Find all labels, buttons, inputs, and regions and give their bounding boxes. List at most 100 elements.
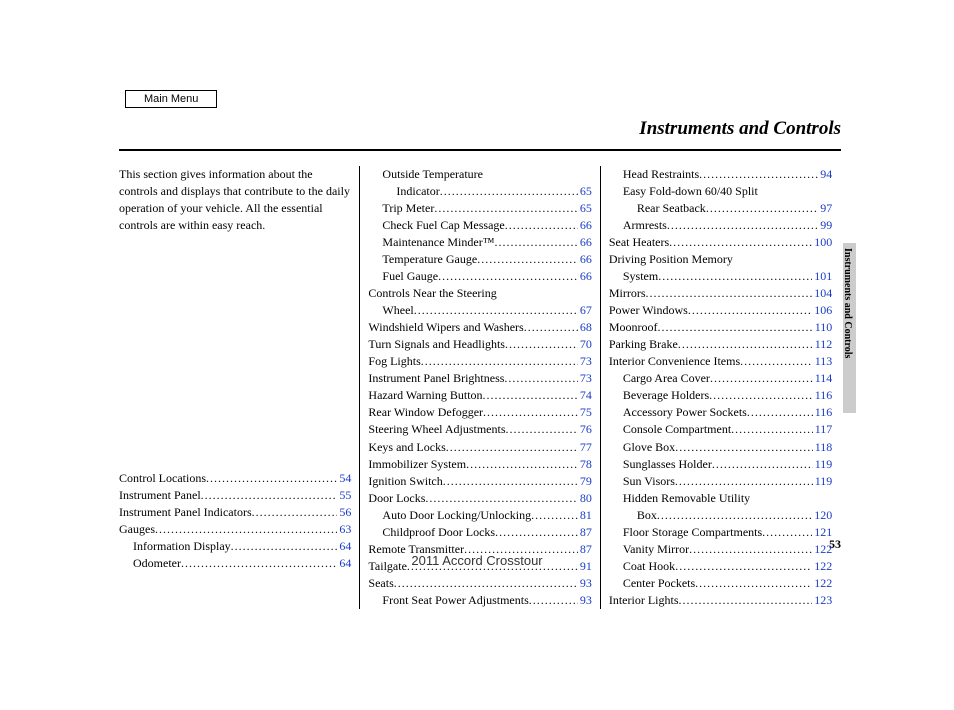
toc-page-link[interactable]: 97 bbox=[818, 200, 832, 217]
toc-page-link[interactable]: 78 bbox=[578, 456, 592, 473]
toc-entry[interactable]: Door Locks80 bbox=[368, 490, 591, 507]
toc-page-link[interactable]: 66 bbox=[578, 268, 592, 285]
toc-entry[interactable]: Instrument Panel55 bbox=[119, 487, 351, 504]
toc-page-link[interactable]: 70 bbox=[578, 336, 592, 353]
toc-page-link[interactable]: 116 bbox=[813, 387, 833, 404]
toc-page-link[interactable]: 114 bbox=[813, 370, 833, 387]
toc-page-link[interactable]: 117 bbox=[813, 421, 833, 438]
toc-entry[interactable]: Hazard Warning Button74 bbox=[368, 387, 591, 404]
toc-entry[interactable]: Parking Brake112 bbox=[609, 336, 832, 353]
toc-page-link[interactable]: 112 bbox=[813, 336, 833, 353]
toc-entry[interactable]: Console Compartment117 bbox=[609, 421, 832, 438]
toc-entry[interactable]: Turn Signals and Headlights70 bbox=[368, 336, 591, 353]
toc-page-link[interactable]: 54 bbox=[337, 470, 351, 487]
toc-page-link[interactable]: 76 bbox=[578, 421, 592, 438]
toc-entry[interactable]: Immobilizer System78 bbox=[368, 456, 591, 473]
toc-entry[interactable]: Armrests99 bbox=[609, 217, 832, 234]
toc-entry[interactable]: Ignition Switch79 bbox=[368, 473, 591, 490]
toc-entry[interactable]: Head Restraints94 bbox=[609, 166, 832, 183]
dot-leader bbox=[710, 370, 813, 387]
toc-page-link[interactable]: 106 bbox=[812, 302, 832, 319]
toc-entry[interactable]: Auto Door Locking/Unlocking81 bbox=[368, 507, 591, 524]
toc-page-link[interactable]: 104 bbox=[812, 285, 832, 302]
toc-page-link[interactable]: 119 bbox=[813, 456, 833, 473]
toc-entry[interactable]: Check Fuel Cap Message66 bbox=[368, 217, 591, 234]
toc-page-link[interactable]: 118 bbox=[813, 439, 833, 456]
toc-entry[interactable]: Maintenance Minder™66 bbox=[368, 234, 591, 251]
toc-entry[interactable]: Gauges63 bbox=[119, 521, 351, 538]
toc-entry[interactable]: Center Pockets122 bbox=[609, 575, 832, 592]
toc-page-link[interactable]: 55 bbox=[337, 487, 351, 504]
toc-page-link[interactable]: 68 bbox=[578, 319, 592, 336]
toc-page-link[interactable]: 99 bbox=[818, 217, 832, 234]
toc-page-link[interactable]: 73 bbox=[578, 370, 592, 387]
toc-page-link[interactable]: 65 bbox=[578, 200, 592, 217]
toc-entry[interactable]: Box120 bbox=[609, 507, 832, 524]
toc-entry[interactable]: Temperature Gauge66 bbox=[368, 251, 591, 268]
toc-entry[interactable]: Cargo Area Cover114 bbox=[609, 370, 832, 387]
toc-entry[interactable]: Seats 93 bbox=[368, 575, 591, 592]
toc-entry: Controls Near the Steering bbox=[368, 285, 591, 302]
toc-page-link[interactable]: 75 bbox=[578, 404, 592, 421]
toc-entry[interactable]: Keys and Locks77 bbox=[368, 439, 591, 456]
toc-page-link[interactable]: 80 bbox=[578, 490, 592, 507]
toc-page-link[interactable]: 66 bbox=[578, 234, 592, 251]
toc-entry[interactable]: Steering Wheel Adjustments76 bbox=[368, 421, 591, 438]
toc-page-link[interactable]: 66 bbox=[578, 251, 592, 268]
toc-entry[interactable]: Interior Lights123 bbox=[609, 592, 832, 609]
toc-page-link[interactable]: 122 bbox=[812, 575, 832, 592]
toc-page-link[interactable]: 56 bbox=[337, 504, 351, 521]
toc-entry[interactable]: Moonroof110 bbox=[609, 319, 832, 336]
toc-page-link[interactable]: 66 bbox=[578, 217, 592, 234]
toc-entry[interactable]: Glove Box118 bbox=[609, 439, 832, 456]
toc-page-link[interactable]: 73 bbox=[578, 353, 592, 370]
toc-entry[interactable]: Instrument Panel Brightness73 bbox=[368, 370, 591, 387]
toc-entry[interactable]: Sun Visors119 bbox=[609, 473, 832, 490]
toc-entry[interactable]: Rear Window Defogger75 bbox=[368, 404, 591, 421]
toc-entry[interactable]: Indicator65 bbox=[368, 183, 591, 200]
toc-entry[interactable]: Interior Convenience Items113 bbox=[609, 353, 832, 370]
toc-page-link[interactable]: 123 bbox=[812, 592, 832, 609]
toc-entry[interactable]: Trip Meter65 bbox=[368, 200, 591, 217]
toc-entry[interactable]: Seat Heaters100 bbox=[609, 234, 832, 251]
toc-page-link[interactable]: 77 bbox=[578, 439, 592, 456]
toc-entry[interactable]: Instrument Panel Indicators56 bbox=[119, 504, 351, 521]
toc-page-link[interactable]: 100 bbox=[812, 234, 832, 251]
toc-page-link[interactable]: 110 bbox=[813, 319, 833, 336]
toc-label: Accessory Power Sockets bbox=[623, 404, 747, 421]
toc-label: Windshield Wipers and Washers bbox=[368, 319, 523, 336]
toc-page-link[interactable]: 79 bbox=[578, 473, 592, 490]
dot-leader bbox=[155, 521, 337, 538]
toc-page-link[interactable]: 93 bbox=[578, 575, 592, 592]
toc-page-link[interactable]: 119 bbox=[813, 473, 833, 490]
toc-page-link[interactable]: 63 bbox=[337, 521, 351, 538]
toc-page-link[interactable]: 94 bbox=[818, 166, 832, 183]
toc-entry[interactable]: Rear Seatback97 bbox=[609, 200, 832, 217]
toc-entry[interactable]: Mirrors104 bbox=[609, 285, 832, 302]
toc-entry[interactable]: Fuel Gauge66 bbox=[368, 268, 591, 285]
toc-entry[interactable]: Beverage Holders116 bbox=[609, 387, 832, 404]
toc-page-link[interactable]: 113 bbox=[813, 353, 833, 370]
toc-page-link[interactable]: 101 bbox=[812, 268, 832, 285]
toc-entry[interactable]: Wheel67 bbox=[368, 302, 591, 319]
toc-entry[interactable]: Front Seat Power Adjustments93 bbox=[368, 592, 591, 609]
toc-page-link[interactable]: 87 bbox=[578, 524, 592, 541]
toc-entry[interactable]: Childproof Door Locks87 bbox=[368, 524, 591, 541]
toc-entry[interactable]: Windshield Wipers and Washers 68 bbox=[368, 319, 591, 336]
toc-page-link[interactable]: 120 bbox=[812, 507, 832, 524]
toc-page-link[interactable]: 65 bbox=[578, 183, 592, 200]
toc-entry[interactable]: Power Windows106 bbox=[609, 302, 832, 319]
toc-page-link[interactable]: 116 bbox=[813, 404, 833, 421]
toc-page-link[interactable]: 74 bbox=[578, 387, 592, 404]
toc-entry[interactable]: Accessory Power Sockets 116 bbox=[609, 404, 832, 421]
toc-entry[interactable]: System101 bbox=[609, 268, 832, 285]
toc-page-link[interactable]: 81 bbox=[578, 507, 592, 524]
toc-page-link[interactable]: 67 bbox=[578, 302, 592, 319]
toc-entry[interactable]: Fog Lights73 bbox=[368, 353, 591, 370]
toc-entry[interactable]: Sunglasses Holder119 bbox=[609, 456, 832, 473]
toc-entry[interactable]: Floor Storage Compartments121 bbox=[609, 524, 832, 541]
toc-page-link[interactable]: 93 bbox=[578, 592, 592, 609]
toc-label: Seats bbox=[368, 575, 393, 592]
main-menu-button[interactable]: Main Menu bbox=[125, 90, 217, 108]
toc-entry[interactable]: Control Locations54 bbox=[119, 470, 351, 487]
